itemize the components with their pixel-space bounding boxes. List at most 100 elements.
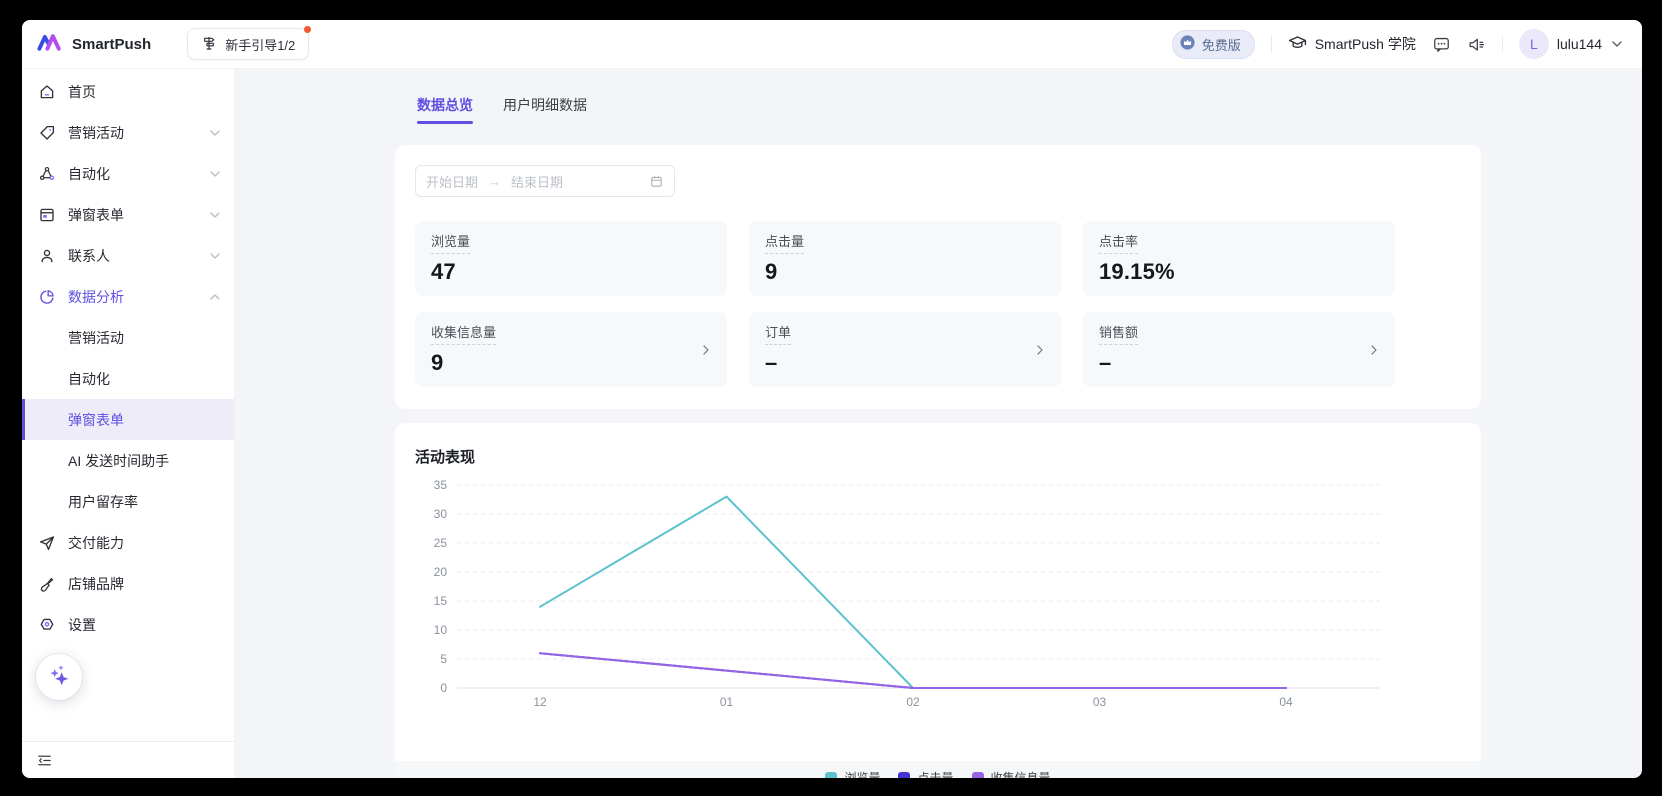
stat-label: 收集信息量	[431, 322, 496, 345]
svg-text:0: 0	[440, 681, 447, 695]
sidebar-subitem-label: AI 发送时间助手	[68, 451, 169, 471]
start-date-placeholder: 开始日期	[426, 172, 478, 191]
header-actions: 免费版 SmartPush 学院	[1172, 29, 1622, 59]
crown-badge-icon	[1179, 34, 1196, 54]
announcement-icon[interactable]	[1467, 35, 1486, 54]
chevron-right-icon	[1032, 342, 1047, 357]
stat-value: –	[1099, 350, 1379, 376]
sidebar-subitem-popup-forms[interactable]: 弹窗表单	[22, 399, 234, 440]
sidebar-item-label: 交付能力	[68, 533, 124, 553]
notification-dot	[304, 26, 311, 33]
sidebar-item-deliverability[interactable]: 交付能力	[22, 522, 234, 563]
svg-text:30: 30	[434, 507, 448, 521]
ai-assistant-button[interactable]	[36, 654, 82, 700]
guide-button-label: 新手引导1/2	[225, 35, 295, 54]
chart-legend: 浏览量 点击量 收集信息量	[395, 761, 1481, 778]
legend-swatch	[972, 772, 984, 779]
app-window: SmartPush 新手引导1/2 免	[22, 20, 1642, 778]
stats-panel: 开始日期 → 结束日期 浏览量 47	[395, 145, 1481, 409]
sidebar-item-home[interactable]: 首页	[22, 71, 234, 112]
message-icon[interactable]	[1432, 35, 1451, 54]
legend-swatch	[898, 772, 910, 779]
stat-card-collected-info[interactable]: 收集信息量 9	[415, 312, 727, 387]
pie-chart-icon	[38, 288, 56, 306]
popup-form-icon	[38, 206, 56, 224]
svg-text:35: 35	[434, 478, 448, 492]
chevron-down-icon	[210, 253, 220, 259]
legend-item-clicks[interactable]: 点击量	[898, 769, 953, 778]
stat-label: 订单	[765, 322, 791, 345]
sidebar-item-settings[interactable]: 设置	[22, 604, 234, 645]
legend-label: 收集信息量	[991, 769, 1051, 778]
sidebar-subitem-label: 自动化	[68, 369, 110, 389]
chevron-down-icon	[210, 212, 220, 218]
screenshot-root: { "header": { "brand": "SmartPush", "gui…	[0, 0, 1662, 796]
campaign-performance-panel: 活动表现 051015202530351201020304 浏览量 点击量	[395, 423, 1481, 778]
academy-link[interactable]: SmartPush 学院	[1288, 33, 1416, 55]
user-menu[interactable]: L lulu144	[1519, 29, 1622, 59]
end-date-placeholder: 结束日期	[511, 172, 563, 191]
svg-text:12: 12	[533, 695, 547, 709]
tab-data-overview[interactable]: 数据总览	[417, 95, 473, 124]
svg-text:03: 03	[1093, 695, 1107, 709]
sidebar-item-store-brand[interactable]: 店铺品牌	[22, 563, 234, 604]
tab-bar: 数据总览 用户明细数据	[417, 95, 1481, 124]
legend-label: 浏览量	[844, 769, 880, 778]
stats-grid: 浏览量 47 点击量 9 点击率 19.15% 收集信息量	[415, 221, 1461, 387]
username: lulu144	[1557, 36, 1602, 52]
arrow-right-glyph: →	[488, 174, 501, 189]
svg-text:01: 01	[720, 695, 734, 709]
plan-badge[interactable]: 免费版	[1172, 30, 1255, 59]
sidebar-item-analytics[interactable]: 数据分析	[22, 276, 234, 317]
sidebar-item-campaigns[interactable]: 营销活动	[22, 112, 234, 153]
signpost-icon	[201, 35, 217, 54]
tab-user-detail-data[interactable]: 用户明细数据	[503, 95, 587, 124]
paper-plane-icon	[38, 534, 56, 552]
collapse-sidebar-icon[interactable]	[36, 752, 53, 769]
onboarding-guide-button[interactable]: 新手引导1/2	[187, 28, 309, 60]
sidebar-subitem-label: 用户留存率	[68, 492, 138, 512]
sidebar-item-label: 首页	[68, 82, 96, 102]
smartpush-logo-icon	[36, 31, 63, 57]
svg-text:5: 5	[440, 652, 447, 666]
svg-text:04: 04	[1279, 695, 1293, 709]
academy-label: SmartPush 学院	[1315, 34, 1416, 54]
stat-card-sales[interactable]: 销售额 –	[1083, 312, 1395, 387]
brush-icon	[38, 575, 56, 593]
graduation-cap-icon	[1288, 33, 1307, 55]
chart-canvas: 051015202530351201020304	[395, 423, 1481, 778]
stat-card-orders[interactable]: 订单 –	[749, 312, 1061, 387]
brand: SmartPush	[36, 31, 151, 57]
stat-label: 销售额	[1099, 322, 1138, 345]
svg-text:10: 10	[434, 623, 448, 637]
sidebar-subitem-campaigns[interactable]: 营销活动	[22, 317, 234, 358]
stat-value: 9	[765, 259, 1045, 285]
sidebar-item-popup-forms[interactable]: 弹窗表单	[22, 194, 234, 235]
chevron-down-icon	[210, 171, 220, 177]
home-icon	[38, 83, 56, 101]
sidebar-item-label: 数据分析	[68, 287, 124, 307]
legend-label: 点击量	[917, 769, 953, 778]
gear-icon	[38, 616, 56, 634]
svg-text:20: 20	[434, 565, 448, 579]
sidebar-item-contacts[interactable]: 联系人	[22, 235, 234, 276]
stat-value: 9	[431, 350, 711, 376]
svg-text:25: 25	[434, 536, 448, 550]
sidebar-item-label: 营销活动	[68, 123, 124, 143]
sidebar-subitem-label: 弹窗表单	[68, 410, 124, 430]
legend-item-views[interactable]: 浏览量	[825, 769, 880, 778]
stat-label: 点击率	[1099, 231, 1138, 254]
sidebar-item-automation[interactable]: 自动化	[22, 153, 234, 194]
chevron-down-icon	[1612, 41, 1622, 47]
plan-badge-label: 免费版	[1202, 35, 1241, 54]
legend-item-collected-info[interactable]: 收集信息量	[972, 769, 1051, 778]
sidebar-item-label: 联系人	[68, 246, 110, 266]
sidebar-subitem-retention[interactable]: 用户留存率	[22, 481, 234, 522]
sidebar-subitem-automation[interactable]: 自动化	[22, 358, 234, 399]
sidebar: 首页 营销活动	[22, 69, 234, 778]
chevron-up-icon	[210, 294, 220, 300]
tag-icon	[38, 124, 56, 142]
date-range-picker[interactable]: 开始日期 → 结束日期	[415, 165, 675, 197]
contacts-icon	[38, 247, 56, 265]
sidebar-subitem-ai-send-time[interactable]: AI 发送时间助手	[22, 440, 234, 481]
